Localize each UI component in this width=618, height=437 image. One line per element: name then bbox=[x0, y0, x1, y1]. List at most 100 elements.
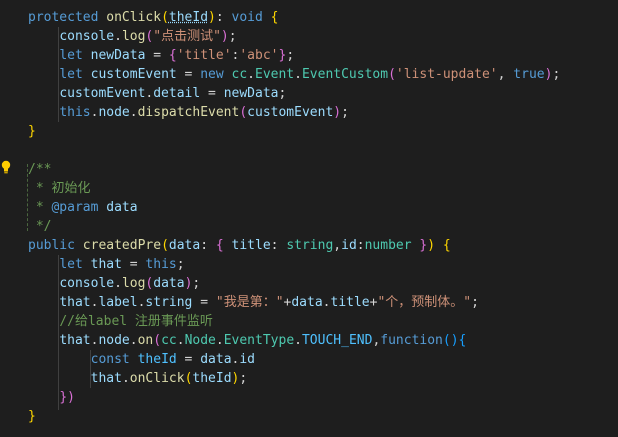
code-line[interactable]: console.log("点击测试"); bbox=[28, 27, 236, 46]
code-token: theId bbox=[137, 352, 177, 367]
code-token: 'list-update' bbox=[395, 67, 498, 82]
code-token: }) bbox=[59, 390, 75, 405]
code-token: that bbox=[59, 295, 91, 310]
code-token: ( bbox=[161, 10, 169, 25]
code-line[interactable]: let customEvent = new cc.Event.EventCust… bbox=[28, 65, 560, 84]
code-line[interactable]: let that = this; bbox=[28, 255, 185, 274]
code-token: . bbox=[294, 67, 302, 82]
code-line[interactable]: * @param data bbox=[28, 198, 138, 217]
code-token: */ bbox=[28, 219, 52, 234]
code-line[interactable]: that.label.string = "我是第："+data.title+"个… bbox=[28, 293, 479, 312]
code-token: protected bbox=[28, 10, 99, 25]
code-line[interactable]: }) bbox=[28, 388, 75, 407]
code-token: 'title' bbox=[176, 48, 232, 63]
code-line[interactable]: console.log(data); bbox=[28, 274, 200, 293]
code-line[interactable]: let newData = {'title':'abc'}; bbox=[28, 46, 294, 65]
code-line[interactable]: /** bbox=[28, 160, 51, 179]
code-token: = bbox=[145, 48, 169, 63]
code-token: that bbox=[90, 371, 122, 386]
code-token: customEvent bbox=[247, 105, 334, 120]
code-token: customEvent bbox=[59, 86, 146, 101]
code-editor[interactable]: protected onClick(theId): void { console… bbox=[0, 0, 618, 437]
code-token: : bbox=[215, 10, 232, 25]
code-token: ; bbox=[341, 105, 349, 120]
code-token: ; bbox=[286, 48, 295, 63]
code-token: void bbox=[231, 10, 263, 25]
code-token: public bbox=[28, 238, 75, 253]
code-token: : bbox=[356, 238, 365, 253]
code-line[interactable]: this.node.dispatchEvent(customEvent); bbox=[28, 103, 349, 122]
code-token: data bbox=[153, 276, 185, 291]
code-token: { bbox=[458, 333, 467, 348]
code-token: that bbox=[59, 333, 91, 348]
code-token: Event bbox=[255, 67, 295, 82]
code-token: new bbox=[200, 67, 224, 82]
code-token: "点击测试" bbox=[153, 29, 221, 44]
code-token: data bbox=[291, 295, 323, 310]
code-token: string bbox=[286, 238, 334, 253]
code-token: on bbox=[137, 333, 154, 348]
code-token: let bbox=[59, 48, 83, 63]
code-token: . bbox=[247, 67, 255, 82]
code-token: ( bbox=[161, 238, 169, 253]
code-line[interactable]: protected onClick(theId): void { bbox=[28, 8, 279, 27]
code-line[interactable]: const theId = data.id bbox=[28, 350, 255, 369]
lightbulb-icon[interactable] bbox=[1, 160, 11, 174]
code-token: . bbox=[114, 29, 122, 44]
code-token: onClick bbox=[106, 10, 162, 25]
code-token: . bbox=[294, 333, 302, 348]
code-line[interactable]: } bbox=[28, 122, 36, 141]
code-token: const bbox=[90, 352, 130, 367]
code-line[interactable]: } bbox=[28, 407, 36, 426]
code-token: console bbox=[59, 29, 115, 44]
code-token: "个，预制体。" bbox=[377, 295, 472, 310]
code-token: ; bbox=[471, 295, 479, 310]
code-line[interactable]: * 初始化 bbox=[28, 179, 91, 198]
code-token: theId bbox=[192, 371, 232, 386]
code-line[interactable]: that.onClick(theId); bbox=[28, 369, 248, 388]
code-token: function bbox=[380, 333, 443, 348]
code-token: newData bbox=[223, 86, 279, 101]
code-line[interactable]: public createdPre(data: { title: string,… bbox=[28, 236, 451, 255]
code-line[interactable]: that.node.on(cc.Node.EventType.TOUCH_END… bbox=[28, 331, 466, 350]
code-token: * 初始化 bbox=[28, 181, 91, 196]
code-token: { bbox=[215, 238, 224, 253]
code-line[interactable]: customEvent.detail = newData; bbox=[28, 84, 286, 103]
code-token: = bbox=[176, 67, 201, 82]
code-token: ; bbox=[176, 257, 185, 272]
code-token: console bbox=[59, 276, 115, 291]
code-token: node bbox=[98, 333, 130, 348]
code-line[interactable]: //给label 注册事件监听 bbox=[28, 312, 213, 331]
code-token: number bbox=[364, 238, 412, 253]
code-token: createdPre bbox=[82, 238, 162, 253]
code-token: { bbox=[270, 10, 279, 25]
code-token: . bbox=[176, 333, 185, 348]
code-token: "我是第：" bbox=[215, 295, 284, 310]
code-token: data bbox=[168, 238, 201, 253]
code-token: ; bbox=[239, 371, 248, 386]
code-token: log bbox=[121, 276, 146, 291]
code-token: string bbox=[145, 295, 193, 310]
code-token: node bbox=[98, 105, 130, 120]
code-token: cc bbox=[161, 333, 177, 348]
code-token: EventType bbox=[223, 333, 295, 348]
code-token: = bbox=[192, 295, 216, 310]
code-token: ; bbox=[192, 276, 201, 291]
code-token: ( bbox=[153, 333, 162, 348]
code-line[interactable]: */ bbox=[28, 217, 52, 236]
code-token: ) bbox=[427, 238, 436, 253]
code-token: . bbox=[129, 105, 138, 120]
